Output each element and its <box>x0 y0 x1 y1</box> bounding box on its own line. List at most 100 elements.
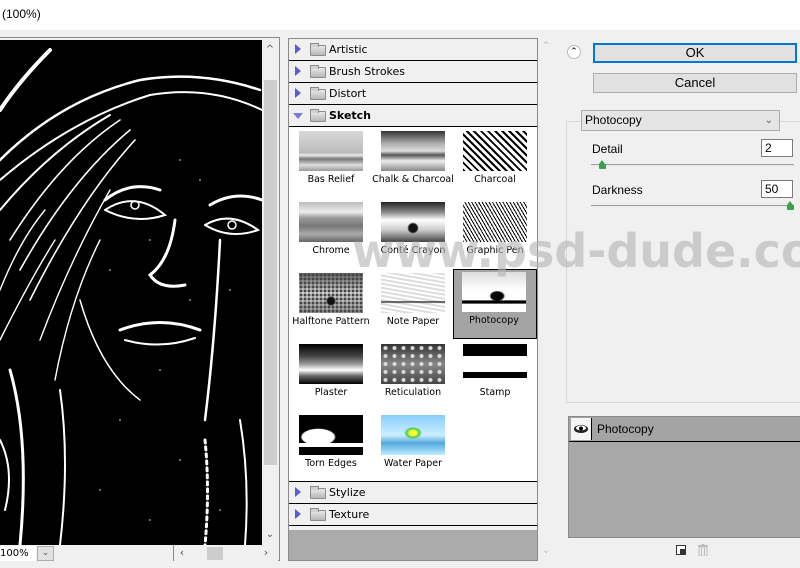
filter-thumb-chrome[interactable]: Chrome <box>290 199 372 267</box>
expand-triangle-icon <box>295 509 301 519</box>
chevron-down-icon[interactable]: ⌄ <box>262 527 278 543</box>
chevron-right-icon[interactable]: › <box>258 545 274 561</box>
category-label: Distort <box>329 87 367 100</box>
filter-label: Chrome <box>312 245 350 256</box>
folder-icon <box>310 486 326 499</box>
effect-layer-row[interactable]: Photocopy <box>569 417 800 442</box>
slider-knob[interactable] <box>787 201 794 211</box>
expand-triangle-icon <box>295 66 301 76</box>
filter-thumb-plaster[interactable]: Plaster <box>290 341 372 409</box>
filter-label: Plaster <box>314 387 348 398</box>
slider-track <box>591 164 794 166</box>
chevron-down-icon[interactable]: ⌄ <box>539 546 553 560</box>
folder-icon <box>310 87 326 100</box>
filter-label: Conté Crayon <box>380 245 446 256</box>
filter-label: Graphic Pen <box>466 245 524 256</box>
chevron-left-icon[interactable]: ‹ <box>174 545 190 561</box>
chevron-up-icon[interactable]: ^ <box>539 41 553 55</box>
category-distort[interactable]: Distort <box>289 83 537 105</box>
conte-crayon-thumbnail <box>381 202 445 242</box>
filter-select-dropdown[interactable]: Photocopy ⌄ <box>581 110 780 131</box>
cancel-button[interactable]: Cancel <box>593 73 797 93</box>
filter-thumb-chalk-charcoal[interactable]: Chalk & Charcoal <box>372 128 454 196</box>
filter-thumb-photocopy[interactable]: Photocopy <box>453 269 537 339</box>
photocopy-thumbnail <box>462 272 526 312</box>
filter-thumb-bas-relief[interactable]: Bas Relief <box>290 128 372 196</box>
open-folder-icon <box>310 109 326 122</box>
stamp-thumbnail <box>463 344 527 384</box>
reticulation-thumbnail <box>381 344 445 384</box>
preview-horizontal-scroll-thumb[interactable] <box>207 547 223 560</box>
preview-horizontal-scrollbar[interactable]: ‹ › <box>173 545 278 561</box>
filter-label: Reticulation <box>384 387 442 398</box>
expand-triangle-icon <box>295 487 301 497</box>
effect-layers-panel: Photocopy <box>568 416 800 538</box>
category-artistic[interactable]: Artistic <box>289 39 537 61</box>
bas-relief-thumbnail <box>299 131 363 171</box>
preview-vertical-scroll-thumb[interactable] <box>264 80 277 465</box>
filter-label: Note Paper <box>386 316 440 327</box>
filter-thumb-reticulation[interactable]: Reticulation <box>372 341 454 409</box>
category-brush-strokes[interactable]: Brush Strokes <box>289 61 537 83</box>
category-label: Sketch <box>329 109 372 122</box>
category-label: Brush Strokes <box>329 65 406 78</box>
category-stylize[interactable]: Stylize <box>289 482 537 504</box>
filter-thumb-conte-crayon[interactable]: Conté Crayon <box>372 199 454 267</box>
collapse-gallery-button[interactable]: ⌃ <box>567 45 581 59</box>
category-texture[interactable]: Texture <box>289 504 537 526</box>
trash-icon[interactable] <box>698 544 708 557</box>
gallery-empty-area <box>289 530 537 560</box>
folder-icon <box>310 65 326 78</box>
filter-gallery-window: (100%) ^ ⌄ 100% ⌄ ‹ › Artistic Brush Str… <box>0 0 800 568</box>
detail-label: Detail <box>592 142 623 156</box>
zoom-level-field[interactable]: 100% <box>0 546 36 561</box>
torn-edges-thumbnail <box>299 415 363 455</box>
preview-image[interactable] <box>0 40 262 545</box>
expand-triangle-icon <box>295 88 301 98</box>
preview-vertical-scrollbar[interactable]: ^ ⌄ <box>262 40 278 545</box>
category-label: Stylize <box>329 486 366 499</box>
filter-label: Water Paper <box>383 458 442 469</box>
sketch-filter-thumbnails: Bas Relief Chalk & Charcoal Charcoal Chr… <box>289 127 537 482</box>
trash-glyph <box>698 544 708 557</box>
graphic-pen-thumbnail <box>463 202 527 242</box>
ok-button[interactable]: OK <box>593 43 797 63</box>
chevron-down-icon: ⌄ <box>41 548 50 558</box>
detail-input[interactable]: 2 <box>761 139 793 157</box>
expand-triangle-icon <box>295 44 301 54</box>
double-chevron-up-icon: ⌃ <box>570 47 578 57</box>
water-paper-thumbnail <box>381 415 445 455</box>
category-sketch[interactable]: Sketch <box>289 105 537 127</box>
detail-slider[interactable] <box>591 160 794 170</box>
filter-thumb-graphic-pen[interactable]: Graphic Pen <box>454 199 536 267</box>
filter-select-value: Photocopy <box>585 113 642 127</box>
filter-thumb-torn-edges[interactable]: Torn Edges <box>290 412 372 480</box>
gallery-scrollbar[interactable]: ^ ⌄ <box>539 39 553 562</box>
halftone-pattern-thumbnail <box>299 273 363 313</box>
slider-track <box>591 205 794 207</box>
filter-label: Charcoal <box>474 174 516 185</box>
collapse-triangle-icon <box>293 113 303 119</box>
filter-thumb-water-paper[interactable]: Water Paper <box>372 412 454 480</box>
window-title: (100%) <box>2 7 41 21</box>
category-label: Artistic <box>329 43 368 56</box>
zoom-dropdown-button[interactable]: ⌄ <box>37 546 54 561</box>
title-bar: (100%) <box>0 0 800 30</box>
filter-thumb-halftone-pattern[interactable]: Halftone Pattern <box>290 270 372 338</box>
note-paper-thumbnail <box>381 273 445 313</box>
slider-knob[interactable] <box>599 160 606 170</box>
darkness-input[interactable]: 50 <box>761 180 793 198</box>
chevron-up-icon[interactable]: ^ <box>262 42 278 58</box>
plaster-thumbnail <box>299 344 363 384</box>
folder-icon <box>310 43 326 56</box>
folder-icon <box>310 508 326 521</box>
filter-thumb-note-paper[interactable]: Note Paper <box>372 270 454 338</box>
filter-label: Photocopy <box>469 315 519 326</box>
filter-thumb-charcoal[interactable]: Charcoal <box>454 128 536 196</box>
filter-thumb-stamp[interactable]: Stamp <box>454 341 536 409</box>
visibility-toggle[interactable] <box>571 418 592 440</box>
photocopy-preview-art <box>0 40 262 545</box>
new-effect-layer-icon[interactable] <box>676 545 686 555</box>
effect-layer-name: Photocopy <box>597 422 654 436</box>
darkness-slider[interactable] <box>591 201 794 211</box>
